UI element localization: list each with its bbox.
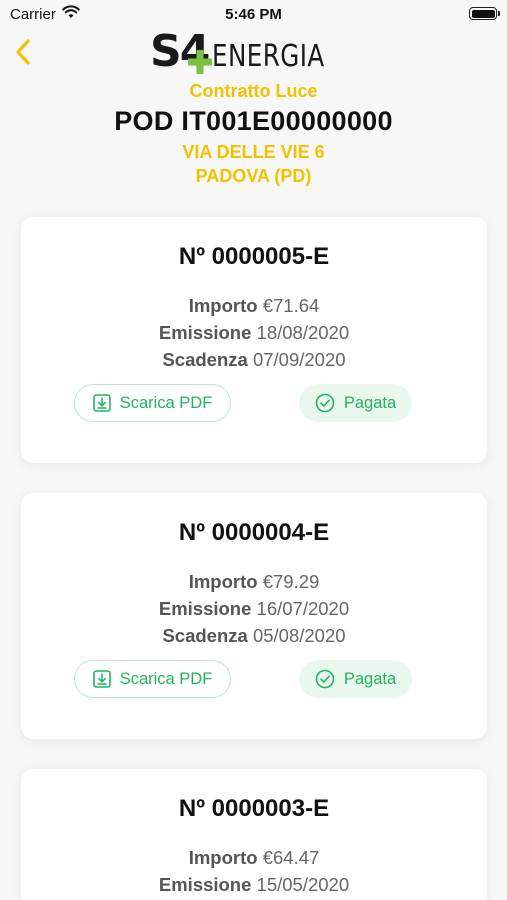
paid-status-label: Pagata	[343, 669, 397, 688]
invoice-card: Nº 0000004-E Importo €79.29 Emissione 16…	[21, 493, 487, 739]
invoice-issue-row: Emissione 18/08/2020	[21, 322, 487, 344]
contract-type: Contratto Luce	[189, 81, 318, 101]
invoice-card: Nº 0000005-E Importo €71.64 Emissione 18…	[21, 217, 487, 463]
issue-date-value: 16/07/2020	[256, 598, 350, 619]
invoice-amount-row: Importo €71.64	[21, 295, 487, 317]
paid-status-badge: Pagata	[299, 660, 412, 698]
logo-plus-icon	[188, 50, 212, 74]
amount-label: Importo	[188, 571, 258, 592]
invoice-card: Nº 0000003-E Importo €64.47 Emissione 15…	[21, 769, 487, 900]
amount-value: €79.29	[262, 571, 320, 592]
download-pdf-label: Scarica PDF	[119, 669, 213, 688]
due-date-value: 05/08/2020	[252, 625, 346, 646]
invoice-number: Nº 0000005-E	[178, 243, 330, 270]
download-pdf-label: Scarica PDF	[119, 393, 213, 412]
download-icon	[92, 394, 111, 412]
invoice-due-row: Scadenza 07/09/2020	[21, 349, 487, 371]
issue-label: Emissione	[158, 598, 252, 619]
due-label: Scadenza	[162, 349, 248, 370]
battery-icon	[469, 7, 500, 20]
download-pdf-button[interactable]: Scarica PDF	[74, 660, 231, 698]
invoice-issue-row: Emissione 16/07/2020	[21, 598, 487, 620]
paid-status-badge: Pagata	[299, 384, 412, 422]
chevron-left-icon	[15, 39, 31, 65]
amount-label: Importo	[188, 847, 258, 868]
address-street: VIA DELLE VIE 6	[182, 142, 325, 162]
invoice-amount-row: Importo €79.29	[21, 571, 487, 593]
address-city: PADOVA (PD)	[195, 166, 312, 186]
due-label: Scadenza	[162, 625, 248, 646]
invoice-amount-row: Importo €64.47	[21, 847, 487, 869]
issue-date-value: 15/05/2020	[256, 874, 350, 895]
check-circle-icon	[315, 669, 335, 689]
issue-date-value: 18/08/2020	[256, 322, 350, 343]
amount-value: €71.64	[262, 295, 320, 316]
s4-energia-logo: S4 ENERGIA	[150, 28, 355, 74]
back-button[interactable]	[8, 34, 38, 70]
clock-time: 5:46 PM	[225, 6, 282, 23]
download-icon	[92, 670, 111, 688]
download-pdf-button[interactable]: Scarica PDF	[74, 384, 231, 422]
status-bar: Carrier 5:46 PM	[0, 0, 507, 28]
invoice-number: Nº 0000004-E	[178, 519, 330, 546]
amount-label: Importo	[188, 295, 258, 316]
invoice-issue-row: Emissione 15/05/2020	[21, 874, 487, 896]
logo-energia-text: ENERGIA	[212, 39, 325, 74]
invoice-number: Nº 0000003-E	[178, 795, 330, 822]
due-date-value: 07/09/2020	[252, 349, 346, 370]
pod-code: POD IT001E00000000	[114, 106, 393, 136]
invoice-due-row: Scadenza 05/08/2020	[21, 625, 487, 647]
issue-label: Emissione	[158, 322, 252, 343]
issue-label: Emissione	[158, 874, 252, 895]
amount-value: €64.47	[262, 847, 320, 868]
check-circle-icon	[315, 393, 335, 413]
paid-status-label: Pagata	[343, 393, 397, 412]
